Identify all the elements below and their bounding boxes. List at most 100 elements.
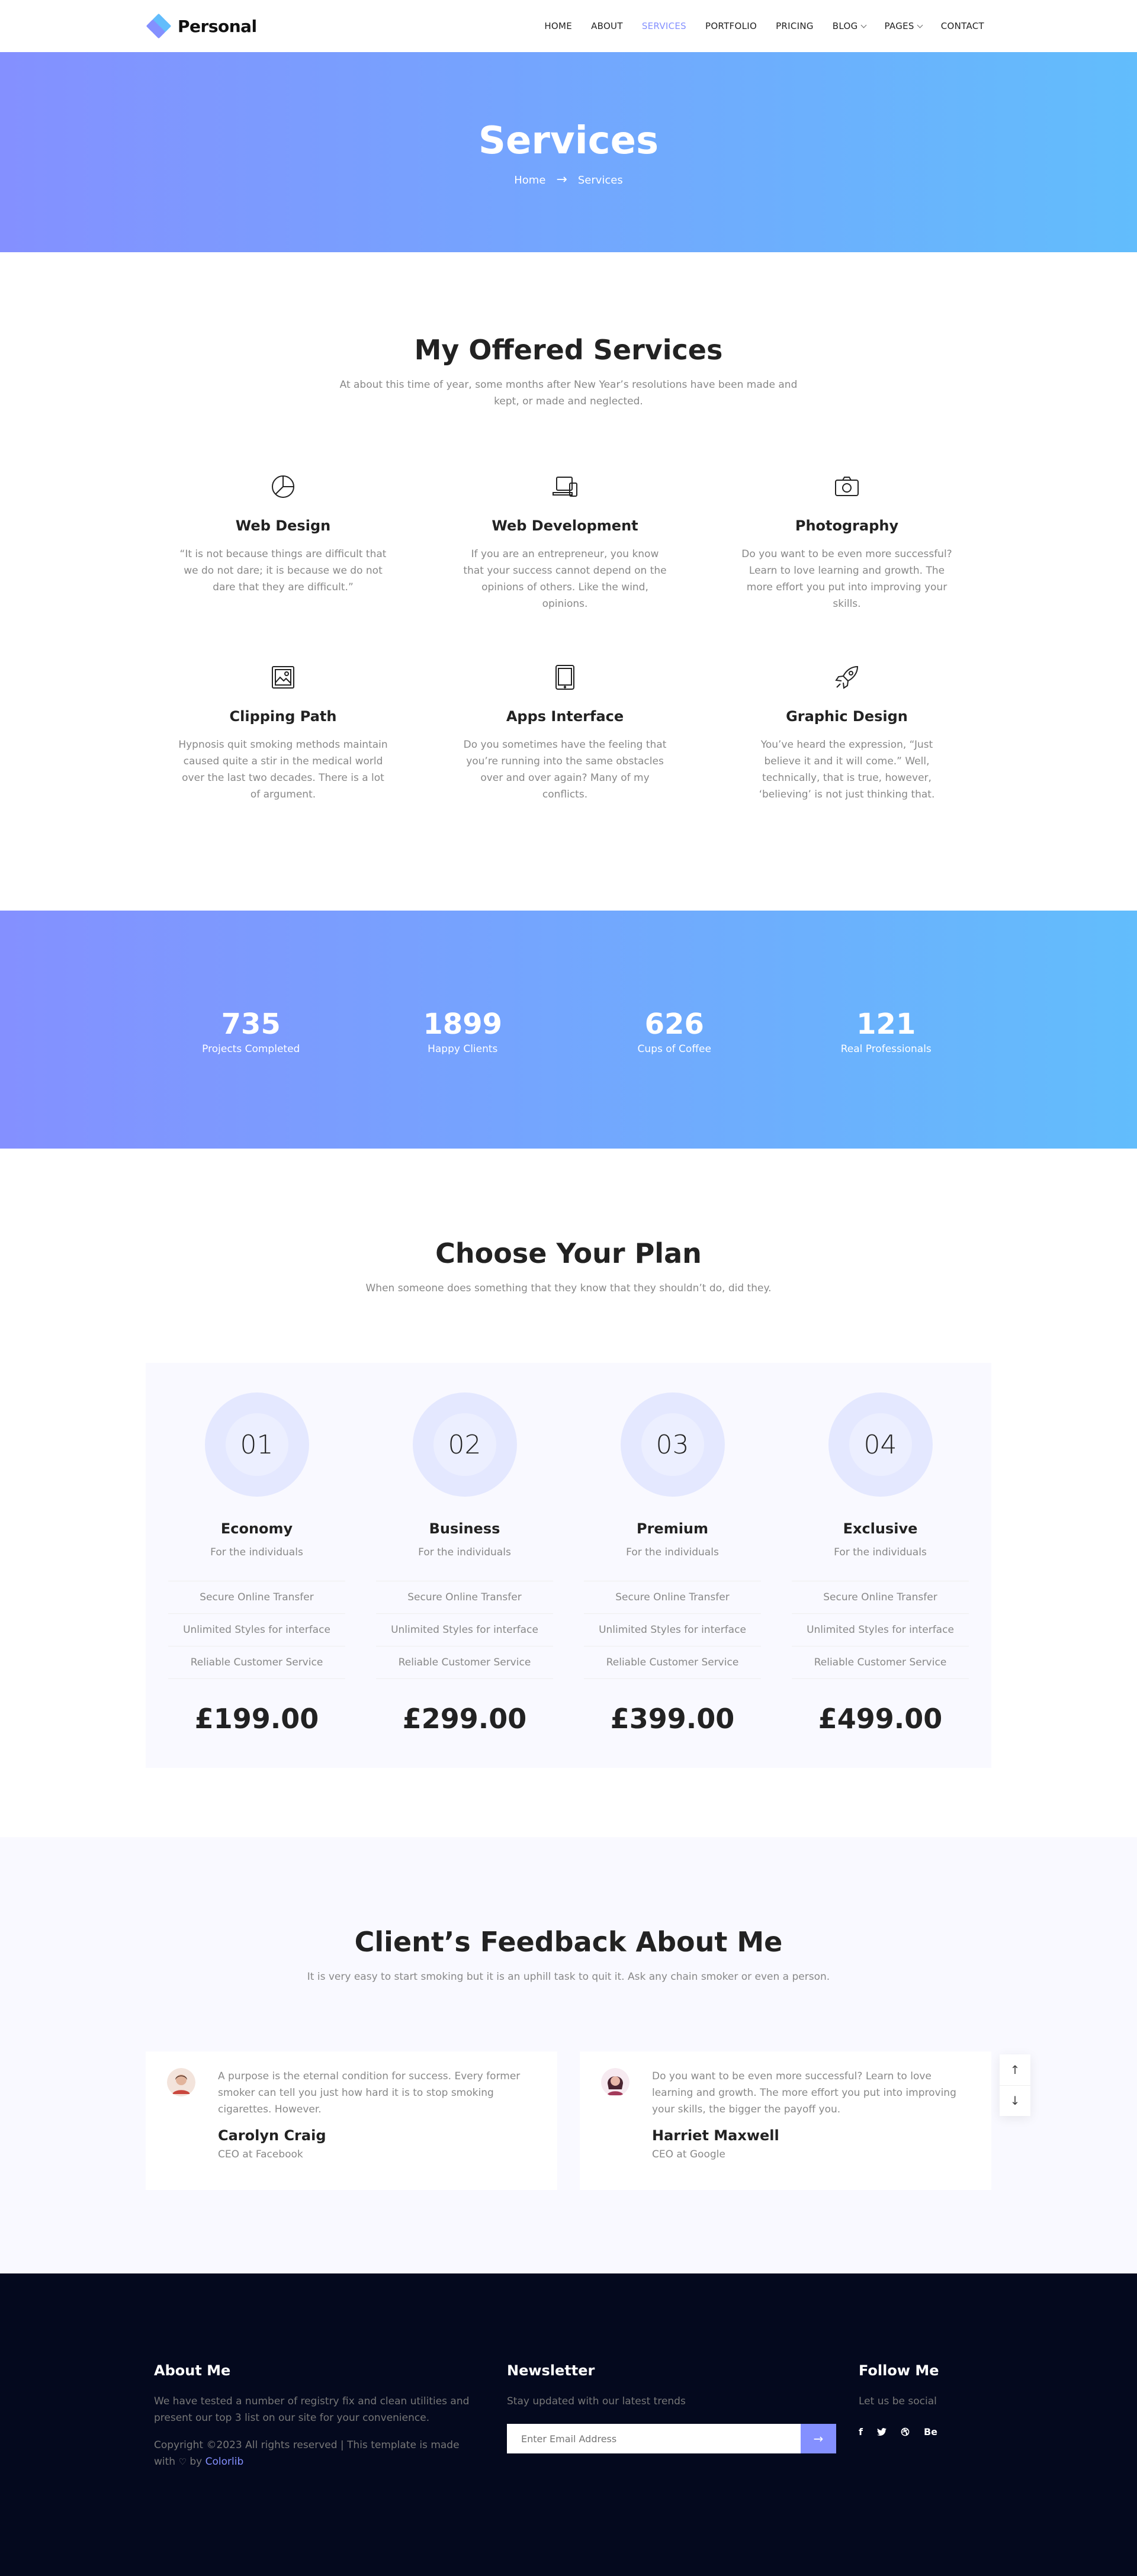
footer-about-text: We have tested a number of registry fix … [154,2395,470,2424]
follow-title: Follow Me [859,2362,939,2379]
plan-card: 01 Economy For the individuals Secure On… [153,1392,361,1735]
logo-icon [146,13,172,39]
footer-grid: About Me We have tested a number of regi… [154,2362,983,2470]
nav-blog[interactable]: Blog [833,21,866,31]
pie-chart-icon [272,475,294,498]
arrow-down-icon[interactable]: ↓ [1000,2085,1030,2117]
logo-text: Personal [178,16,257,36]
testimonial-role: CEO at Facebook [218,2149,303,2160]
site-header: Personal Home About Services Portfolio P… [0,0,1137,52]
arrow-up-icon[interactable]: ↑ [1000,2054,1030,2085]
subscribe-button[interactable]: → [801,2424,836,2453]
service-item: Web Design “It is not because things are… [142,472,424,612]
pricing-section: Choose Your Plan When someone does somet… [0,1149,1137,1837]
testimonial-name: Carolyn Craig [218,2127,326,2144]
nav-home[interactable]: Home [544,21,572,31]
plan-feature: Unlimited Styles for interface [792,1614,969,1646]
avatar [601,2068,629,2096]
fact-label: Happy Clients [428,1043,498,1055]
nav-about[interactable]: About [591,21,623,31]
nav-contact[interactable]: Contact [941,21,984,31]
nav-portfolio[interactable]: Portfolio [705,21,757,31]
plan-number-badge: 01 [204,1392,309,1497]
follow-text: Let us be social [859,2395,937,2407]
plan-feature: Secure Online Transfer [792,1581,969,1614]
services-grid: Web Design “It is not because things are… [142,472,995,803]
avatar [167,2068,195,2096]
scroll-controls: ↑ ↓ [1000,2054,1030,2116]
service-title: Web Development [492,517,638,534]
footer-about-title: About Me [154,2362,231,2379]
nav-label: Home [544,21,573,31]
facebook-icon[interactable]: f [859,2426,863,2437]
nav-label: Pages [884,21,914,31]
service-item: Photography Do you want to be even more … [706,472,988,612]
plans-grid: 01 Economy For the individuals Secure On… [146,1363,991,1768]
fact-label: Real Professionals [840,1043,932,1055]
breadcrumb: Home → Services [514,173,623,186]
testimonial-card: A purpose is the eternal condition for s… [146,2051,557,2190]
service-item: Graphic Design You’ve heard the expressi… [706,663,988,803]
plan-price: £299.00 [402,1703,527,1735]
testimonial-card: Do you want to be even more successful? … [580,2051,991,2190]
facts-section: 735 Projects Completed 1899 Happy Client… [0,911,1137,1149]
fact-item: 1899 Happy Clients [374,1008,551,1055]
dribbble-icon[interactable] [901,2427,910,2436]
camera-icon [835,477,859,496]
logo[interactable]: Personal [146,13,257,39]
breadcrumb-current[interactable]: Services [578,174,623,186]
nav-label: About [591,21,623,31]
service-text: If you are an entrepreneur, you know tha… [463,548,667,610]
plan-feature: Secure Online Transfer [584,1581,761,1614]
site-footer: About Me We have tested a number of regi… [0,2273,1137,2576]
plan-card: 02 Business For the individuals Secure O… [361,1392,568,1735]
rocket-icon [835,665,859,689]
tablet-icon [555,665,574,690]
service-text: Do you want to be even more successful? … [741,548,952,610]
service-item: Apps Interface Do you sometimes have the… [424,663,706,803]
email-field[interactable] [507,2424,801,2453]
fact-number: 1899 [423,1008,503,1041]
fact-label: Cups of Coffee [637,1043,711,1055]
service-title: Photography [795,517,899,534]
plan-price: £499.00 [818,1703,943,1735]
nav-label: Services [641,21,686,31]
plan-feature: Unlimited Styles for interface [376,1614,553,1646]
services-section: My Offered Services At about this time o… [0,252,1137,911]
fact-item: 735 Projects Completed [162,1008,340,1055]
feedback-section: Client’s Feedback About Me It is very ea… [0,1837,1137,2273]
plan-name: Premium [636,1520,709,1537]
twitter-icon[interactable] [876,2427,887,2436]
testimonial-body: A purpose is the eternal condition for s… [218,2068,536,2166]
testimonial-role: CEO at Google [652,2149,725,2160]
fact-number: 626 [644,1008,704,1041]
nav-pricing[interactable]: Pricing [776,21,814,31]
chevron-down-icon [860,22,866,28]
plan-feature: Secure Online Transfer [376,1581,553,1614]
plan-number: 02 [433,1413,496,1476]
plan-features: Secure Online Transfer Unlimited Styles … [792,1581,969,1679]
breadcrumb-home[interactable]: Home [514,174,545,186]
page-banner: Services Home → Services [0,52,1137,252]
pricing-subtitle: When someone does something that they kn… [365,1282,772,1294]
newsletter-form: → [507,2424,836,2453]
arrow-right-icon: → [556,172,567,187]
behance-icon[interactable]: Be [924,2426,937,2437]
plan-price: £199.00 [194,1703,319,1735]
nav-pages[interactable]: Pages [884,21,923,31]
testimonial-name: Harriet Maxwell [652,2127,779,2144]
services-title: My Offered Services [414,334,723,366]
nav-label: Blog [832,21,858,31]
service-title: Clipping Path [229,708,337,725]
credit-link[interactable]: Colorlib [205,2456,244,2468]
nav-label: Portfolio [705,21,757,31]
nav-services[interactable]: Services [642,21,686,31]
nav-label: Pricing [776,21,814,31]
service-text: Hypnosis quit smoking methods maintain c… [178,739,388,800]
plan-feature: Reliable Customer Service [792,1646,969,1679]
fact-item: 121 Real Professionals [797,1008,975,1055]
service-text: You’ve heard the expression, “Just belie… [759,739,935,800]
plan-number: 04 [849,1413,912,1476]
feedback-subtitle: It is very easy to start smoking but it … [307,1971,830,1983]
plan-features: Secure Online Transfer Unlimited Styles … [168,1581,345,1679]
